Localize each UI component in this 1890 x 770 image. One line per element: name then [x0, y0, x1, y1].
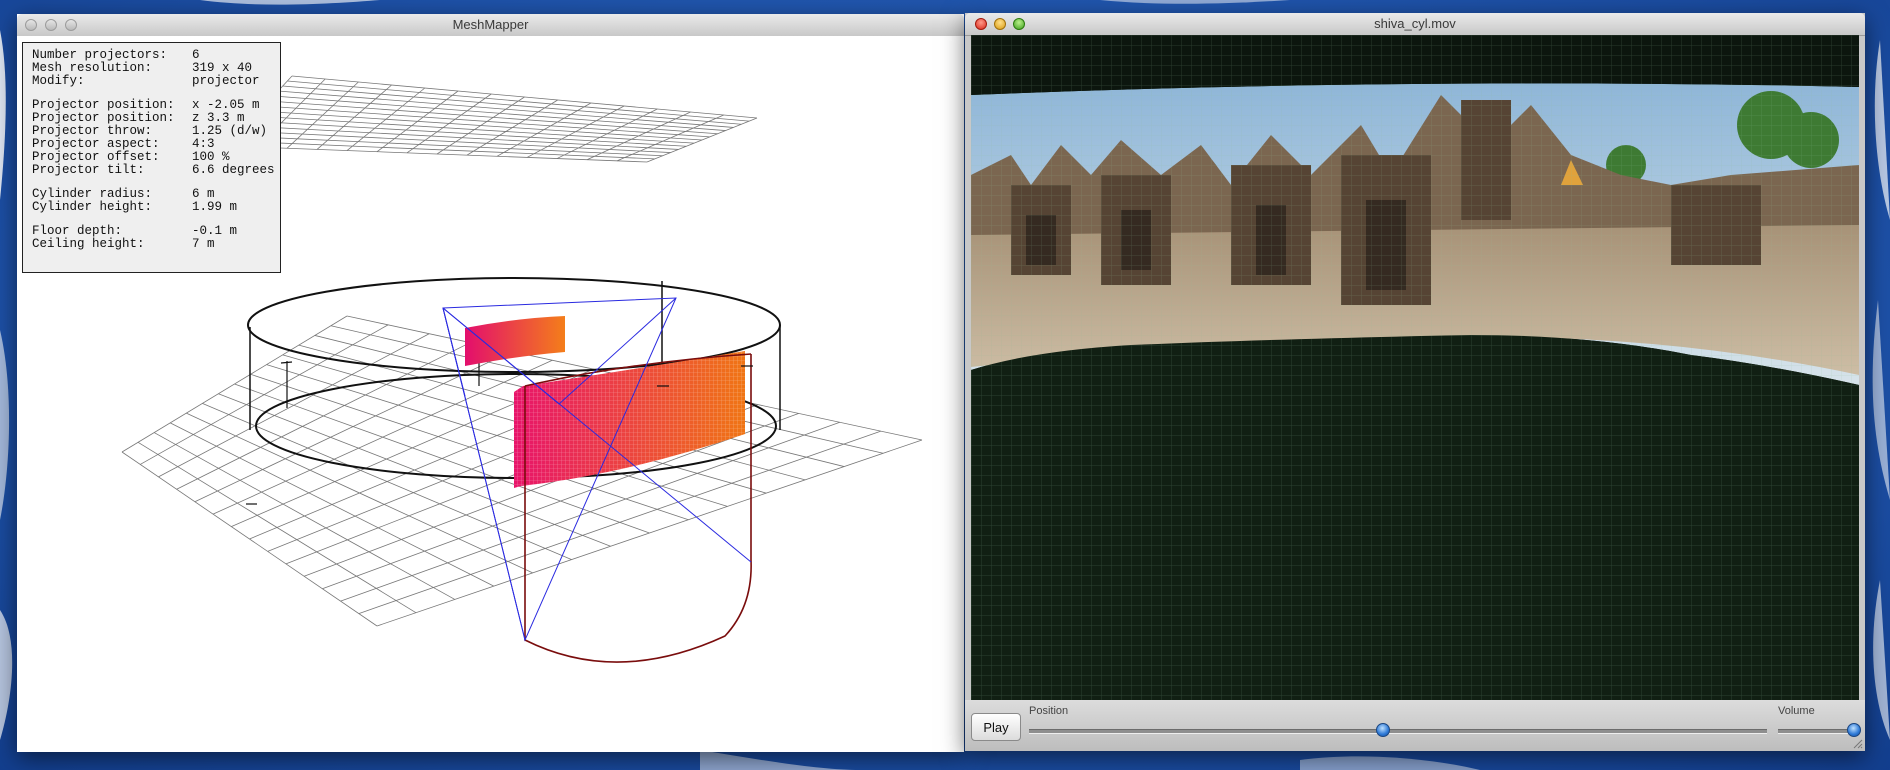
movie-titlebar[interactable]: shiva_cyl.mov: [965, 13, 1865, 36]
info-row: Cylinder height: 1.99 m: [32, 201, 280, 214]
info-label: Cylinder height:: [32, 200, 153, 214]
info-label: Modify:: [32, 74, 85, 88]
ceiling-grid: [226, 75, 758, 163]
play-button[interactable]: Play: [971, 713, 1021, 741]
info-value: projector: [192, 74, 260, 88]
meshmapper-window: MeshMapper Number projectors: 6 Mesh res…: [17, 14, 964, 752]
volume-slider-knob[interactable]: [1847, 723, 1861, 737]
info-value: 6.6 degrees: [192, 163, 275, 177]
video-frame[interactable]: [971, 35, 1859, 700]
info-row: Ceiling height: 7 m: [32, 238, 280, 251]
volume-slider[interactable]: [1778, 723, 1861, 737]
info-panel: Number projectors: 6 Mesh resolution: 319 x…: [22, 42, 281, 273]
window-title: MeshMapper: [452, 17, 529, 32]
info-label: Projector tilt:: [32, 163, 145, 177]
position-slider-knob[interactable]: [1376, 723, 1391, 737]
mesh-3d-viewport[interactable]: Number projectors: 6 Mesh resolution: 319 x…: [17, 36, 964, 752]
info-value: 1.99 m: [192, 200, 238, 214]
movie-window: shiva_cyl.mov Play Position Volume: [965, 13, 1865, 751]
position-label: Position: [1029, 705, 1069, 717]
volume-label: Volume: [1778, 705, 1815, 717]
playback-controls: Play Position Volume: [965, 700, 1865, 751]
meshmapper-titlebar[interactable]: MeshMapper: [17, 14, 964, 37]
info-value: 7 m: [192, 237, 215, 251]
resize-grip-icon[interactable]: [1851, 737, 1863, 749]
info-row: Projector tilt: 6.6 degrees: [32, 164, 280, 177]
info-row: Modify: projector: [32, 75, 280, 88]
window-title: shiva_cyl.mov: [1374, 16, 1456, 31]
info-label: Ceiling height:: [32, 237, 145, 251]
position-slider[interactable]: [1029, 723, 1767, 737]
temple-panorama-image: [971, 35, 1859, 700]
